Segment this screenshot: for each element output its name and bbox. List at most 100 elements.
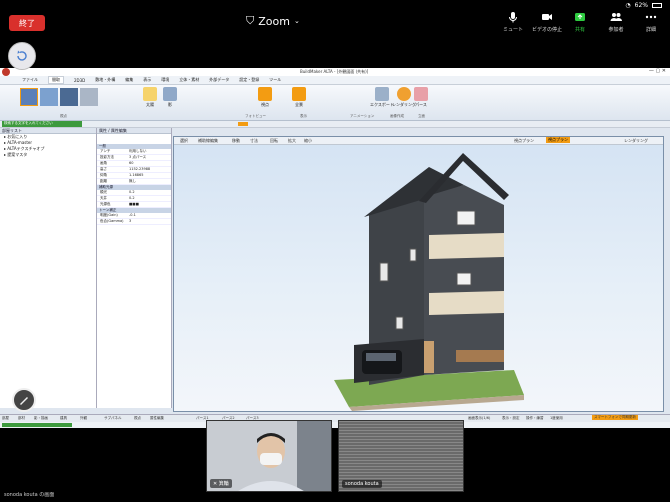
export-icon <box>374 87 389 101</box>
participants-icon <box>610 13 622 21</box>
shadow-button[interactable]: 影 <box>163 87 177 108</box>
guide-edit-tool[interactable]: 補助線編集 <box>198 138 218 144</box>
shadow-icon <box>163 87 177 101</box>
house-render <box>334 153 524 411</box>
house-icon <box>292 87 306 101</box>
status-sync[interactable]: スマートフォンで同期更新 <box>592 415 638 420</box>
participant-name: ✕ 箕輪 <box>210 479 232 488</box>
move-tool[interactable]: 移動 <box>232 138 240 144</box>
participants-button[interactable]: 参加者 <box>596 11 636 33</box>
render-button[interactable]: レンダリング <box>624 138 648 144</box>
sun-button[interactable]: 太陽 <box>143 87 157 108</box>
video-icon <box>542 14 552 20</box>
menu-site[interactable]: 敷地・外構 <box>95 77 115 83</box>
dimension-tool[interactable]: 寸法 <box>250 138 258 144</box>
fence <box>456 350 504 362</box>
mic-icon <box>509 12 517 23</box>
share-button[interactable]: 共有 <box>560 11 600 33</box>
window-controls[interactable]: — ▢ ✕ <box>649 68 666 74</box>
menu-edit[interactable]: 編集 <box>125 77 133 83</box>
rotate-tool[interactable]: 回転 <box>270 138 278 144</box>
menu-file[interactable]: ファイル <box>22 77 38 83</box>
screen-owner-label: sonoda kouta の画面 <box>4 492 55 498</box>
zoom-top-bar: ◔ 62% 終了 ⛉ Zoom ⌄ ミュート ビデオの停止 共有 参加者 詳細 <box>0 0 670 40</box>
window <box>456 272 472 286</box>
participant-tile[interactable]: ✕ 箕輪 <box>206 420 332 492</box>
ios-status-bar: ◔ 62% <box>625 2 662 9</box>
window <box>379 262 389 282</box>
export-button[interactable]: エクスポート <box>370 87 394 108</box>
meeting-title[interactable]: ⛉ Zoom ⌄ <box>246 14 300 28</box>
balcony-upper <box>429 233 504 259</box>
menu-2d3d[interactable]: 2D3D <box>74 78 85 83</box>
tab-attr-edit[interactable]: 属性編集 <box>150 416 164 421</box>
chevron-down-icon: ⌄ <box>293 17 300 25</box>
annotate-button[interactable] <box>12 388 36 412</box>
viewpoint-button[interactable]: 視点 <box>258 87 272 108</box>
tab-fitting[interactable]: 建具 <box>60 416 67 421</box>
wifi-icon: ◔ <box>625 2 631 9</box>
window <box>409 248 417 262</box>
menu-environment[interactable]: 環境 <box>161 77 169 83</box>
tab-room[interactable]: 部屋 <box>2 416 9 421</box>
progress-indicator <box>2 423 72 427</box>
view-plan-button[interactable]: 視点プラン <box>514 138 534 144</box>
preset-thumbnails[interactable] <box>20 88 100 106</box>
participant-tile[interactable]: sonoda kouta <box>338 420 464 492</box>
perspective-button[interactable]: パース <box>414 87 428 108</box>
participants-strip <box>0 428 670 502</box>
app-logo-icon <box>2 68 10 76</box>
status-screen[interactable]: 画面表示(1/6) <box>468 416 490 421</box>
preset-thumb[interactable] <box>20 88 38 106</box>
tab-material[interactable]: 部材 <box>18 416 25 421</box>
select-tool[interactable]: 選択 <box>180 138 188 144</box>
balcony-lower <box>429 291 504 315</box>
preset-thumb[interactable] <box>40 88 58 106</box>
tab-viewpoint[interactable]: 視点 <box>134 416 141 421</box>
menu-view[interactable]: 表示 <box>143 77 151 83</box>
preset-thumb[interactable] <box>60 88 78 106</box>
menu-tools[interactable]: ツール <box>269 77 281 83</box>
window <box>395 316 404 330</box>
battery-percent: 62% <box>634 2 648 9</box>
room-list-panel: 部屋リスト ▸ お気に入り ▸ ALTA-master ▸ ALTAテクスチャオ… <box>0 128 97 408</box>
zoom-out-tool[interactable]: 縮小 <box>304 138 312 144</box>
status-usage[interactable]: 1度使用 <box>550 416 563 421</box>
menu-settings[interactable]: 設定・登録 <box>239 77 259 83</box>
left-panel-search[interactable]: 検索する文字を入れてください <box>2 121 82 127</box>
preset-thumb[interactable] <box>80 88 98 106</box>
heart-icon <box>414 87 428 101</box>
property-panel: 属性 / 属性編集 一般 アンチ 利用しない 投影方法 3 点パース 画角 60 高さ… <box>97 128 172 408</box>
3d-viewport[interactable]: 選択 補助線編集 移動 寸法 回転 拡大 縮小 視点プラン 視点プラン レンダリ… <box>173 136 664 412</box>
overview-button[interactable]: 全景 <box>292 87 306 108</box>
toolbar-highlight[interactable] <box>238 122 248 126</box>
bottom-tab-bar: 部屋 部材 影・描画 建具 外観 サブパネル 視点 属性編集 パース1 パース2… <box>0 414 670 422</box>
tree-item[interactable]: ▸ 提案マスタ <box>0 152 96 158</box>
menu-layout[interactable]: 間取 <box>48 76 64 84</box>
view-plan-active[interactable]: 視点プラン <box>546 137 570 143</box>
buildmaker-app-window: BuildMaker ALTA - [外観図面 (共有)] — ▢ ✕ ファイル… <box>0 68 670 428</box>
tab-shadow[interactable]: 影・描画 <box>34 416 48 421</box>
ribbon: 太陽 影 視点 全景 エクスポート レンダリング パース 視点 フォトビュー 表… <box>0 85 670 121</box>
tab-exterior[interactable]: 外観 <box>80 416 87 421</box>
rendering-button[interactable]: レンダリング <box>392 87 416 108</box>
status-practice[interactable]: 操作・練習 <box>526 416 544 421</box>
shield-check-icon: ⛉ <box>246 14 255 27</box>
app-title-bar: BuildMaker ALTA - [外観図面 (共有)] — ▢ ✕ <box>0 68 670 76</box>
tab-subpanel[interactable]: サブパネル <box>104 416 122 421</box>
status-display[interactable]: 表示・設定 <box>502 416 520 421</box>
prop-row[interactable]: 色合(Gamma) 3 <box>97 219 171 225</box>
mic-off-icon: ✕ <box>213 481 218 487</box>
window <box>456 210 476 226</box>
zoom-in-tool[interactable]: 拡大 <box>288 138 296 144</box>
menu-materials[interactable]: 立体・素材 <box>179 77 199 83</box>
end-meeting-button[interactable]: 終了 <box>9 15 45 31</box>
menu-external[interactable]: 外部データ <box>209 77 229 83</box>
menu-bar: ファイル 間取 2D3D 敷地・外構 編集 表示 環境 立体・素材 外部データ … <box>0 76 670 85</box>
sun-icon <box>143 87 157 101</box>
rotate-screen-button[interactable] <box>8 42 36 70</box>
house-icon <box>258 87 272 101</box>
more-button[interactable]: 詳細 <box>631 11 670 33</box>
share-icon <box>575 13 585 21</box>
rotate-icon <box>17 50 27 61</box>
